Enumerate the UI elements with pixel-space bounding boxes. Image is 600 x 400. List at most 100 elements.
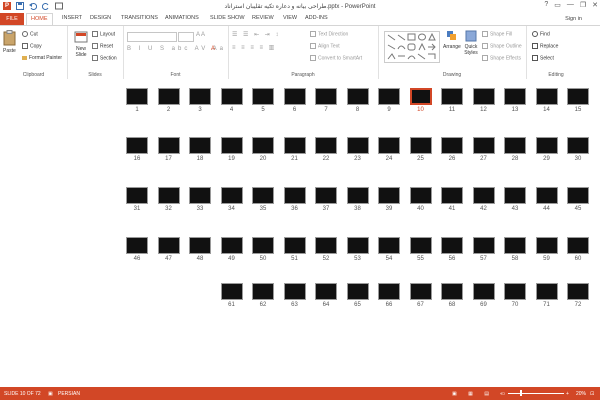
slide-thumbnail-47[interactable] — [157, 237, 180, 254]
slide-thumbnail-12[interactable] — [472, 88, 495, 105]
format-painter-button[interactable]: Format Painter — [22, 55, 62, 61]
slide-thumbnail-28[interactable] — [504, 137, 526, 154]
slide-thumbnail-37[interactable] — [315, 187, 337, 204]
slide-thumbnail-34[interactable] — [220, 187, 243, 204]
tab-insert[interactable]: INSERT — [62, 15, 82, 21]
shape-outline-button[interactable]: Shape Outline — [482, 43, 522, 49]
slide-thumbnail-38[interactable] — [346, 187, 369, 204]
list-buttons[interactable]: ☰ ☰ ⇤ ⇥ ↕ — [232, 31, 280, 38]
text-direction-button[interactable]: Text Direction — [310, 31, 348, 37]
section-button[interactable]: Section — [92, 55, 117, 61]
slide-thumbnail-27[interactable] — [472, 137, 495, 154]
slide-thumbnail-52[interactable] — [315, 237, 337, 254]
select-button[interactable]: Select — [532, 55, 554, 61]
slide-thumbnail-54[interactable] — [378, 237, 400, 254]
tab-slide-show[interactable]: SLIDE SHOW — [210, 15, 245, 21]
slide-thumbnail-61[interactable] — [220, 283, 243, 300]
tab-file[interactable]: FILE — [0, 13, 24, 25]
slide-thumbnail-32[interactable] — [157, 187, 180, 204]
slide-thumbnail-62[interactable] — [252, 283, 274, 300]
slide-thumbnail-17[interactable] — [157, 137, 180, 154]
language-indicator[interactable]: PERSIAN — [58, 391, 80, 397]
reset-button[interactable]: Reset — [92, 43, 113, 49]
slide-thumbnail-14[interactable] — [535, 88, 558, 105]
slide-thumbnail-64[interactable] — [315, 283, 337, 300]
slide-thumbnail-7[interactable] — [315, 88, 337, 105]
slide-thumbnail-30[interactable] — [567, 137, 589, 154]
alignment-buttons[interactable]: ≡ ≡ ≡ ≡ ▥ — [232, 44, 276, 51]
slide-thumbnail-13[interactable] — [504, 88, 526, 105]
sign-in-link[interactable]: Sign in — [565, 16, 582, 22]
slide-thumbnail-72[interactable] — [567, 283, 589, 300]
find-button[interactable]: Find — [532, 31, 550, 37]
zoom-in-button[interactable]: + — [566, 391, 569, 397]
slide-thumbnail-69[interactable] — [472, 283, 495, 300]
slide-thumbnail-71[interactable] — [535, 283, 558, 300]
slide-thumbnail-59[interactable] — [535, 237, 558, 254]
slide-thumbnail-4[interactable] — [220, 88, 243, 105]
help-icon[interactable]: ? — [544, 1, 548, 9]
slide-thumbnail-41[interactable] — [441, 187, 463, 204]
slide-thumbnail-63[interactable] — [283, 283, 306, 300]
slide-thumbnail-35[interactable] — [252, 187, 274, 204]
tab-add-ins[interactable]: ADD-INS — [305, 15, 328, 21]
tab-home[interactable]: HOME — [26, 13, 53, 25]
slide-thumbnail-8[interactable] — [346, 88, 369, 105]
slide-thumbnail-43[interactable] — [504, 187, 526, 204]
new-slide-button[interactable]: New Slide — [72, 30, 90, 58]
quick-styles-button[interactable]: Quick Styles — [462, 30, 480, 56]
slide-thumbnail-36[interactable] — [283, 187, 306, 204]
slide-thumbnail-10[interactable] — [409, 88, 432, 105]
slide-thumbnail-23[interactable] — [346, 137, 369, 154]
slide-thumbnail-67[interactable] — [409, 283, 432, 300]
paste-button[interactable]: Paste — [3, 30, 17, 54]
language-indicator-icon[interactable]: ▣ — [48, 391, 53, 397]
tab-design[interactable]: DESIGN — [90, 15, 111, 21]
fit-slide-icon[interactable]: ⊡ — [590, 391, 594, 397]
slide-thumbnail-66[interactable] — [378, 283, 400, 300]
slide-thumbnail-60[interactable] — [567, 237, 589, 254]
close-icon[interactable]: ✕ — [592, 1, 598, 9]
zoom-out-button[interactable]: − — [500, 391, 503, 397]
slide-thumbnail-29[interactable] — [535, 137, 558, 154]
restore-icon[interactable]: ❐ — [580, 1, 586, 9]
slide-thumbnail-3[interactable] — [189, 88, 211, 105]
convert-smartart-button[interactable]: Convert to SmartArt — [310, 55, 362, 61]
slide-thumbnail-15[interactable] — [567, 88, 589, 105]
slide-thumbnail-39[interactable] — [378, 187, 400, 204]
layout-button[interactable]: Layout — [92, 31, 115, 37]
slide-thumbnail-70[interactable] — [504, 283, 526, 300]
slide-thumbnail-26[interactable] — [441, 137, 463, 154]
slide-thumbnail-5[interactable] — [252, 88, 274, 105]
slide-thumbnail-51[interactable] — [283, 237, 306, 254]
slide-thumbnail-50[interactable] — [252, 237, 274, 254]
slide-thumbnail-2[interactable] — [157, 88, 180, 105]
shape-fill-button[interactable]: Shape Fill — [482, 31, 512, 37]
font-color-icon[interactable]: A — [211, 46, 215, 52]
slide-thumbnail-19[interactable] — [220, 137, 243, 154]
slide-thumbnail-40[interactable] — [409, 187, 432, 204]
slide-thumbnail-68[interactable] — [441, 283, 463, 300]
slide-thumbnail-58[interactable] — [504, 237, 526, 254]
zoom-level[interactable]: 20% — [576, 391, 586, 397]
slide-thumbnail-1[interactable] — [126, 88, 148, 105]
slide-thumbnail-21[interactable] — [283, 137, 306, 154]
zoom-slider[interactable] — [508, 393, 564, 394]
slide-thumbnail-33[interactable] — [189, 187, 211, 204]
slide-thumbnail-25[interactable] — [409, 137, 432, 154]
tab-view[interactable]: VIEW — [283, 15, 297, 21]
slide-thumbnail-49[interactable] — [220, 237, 243, 254]
slide-thumbnail-42[interactable] — [472, 187, 495, 204]
shape-effects-button[interactable]: Shape Effects — [482, 55, 521, 61]
slide-thumbnail-56[interactable] — [441, 237, 463, 254]
shapes-gallery[interactable] — [384, 31, 440, 63]
minimize-icon[interactable]: — — [567, 1, 574, 9]
slide-thumbnail-9[interactable] — [378, 88, 400, 105]
align-text-button[interactable]: Align Text — [310, 43, 340, 49]
slide-thumbnail-16[interactable] — [126, 137, 148, 154]
slide-thumbnail-44[interactable] — [535, 187, 558, 204]
font-size-select[interactable] — [178, 32, 194, 42]
slide-thumbnail-20[interactable] — [252, 137, 274, 154]
zoom-slider-handle[interactable] — [520, 390, 522, 396]
slide-thumbnail-53[interactable] — [346, 237, 369, 254]
